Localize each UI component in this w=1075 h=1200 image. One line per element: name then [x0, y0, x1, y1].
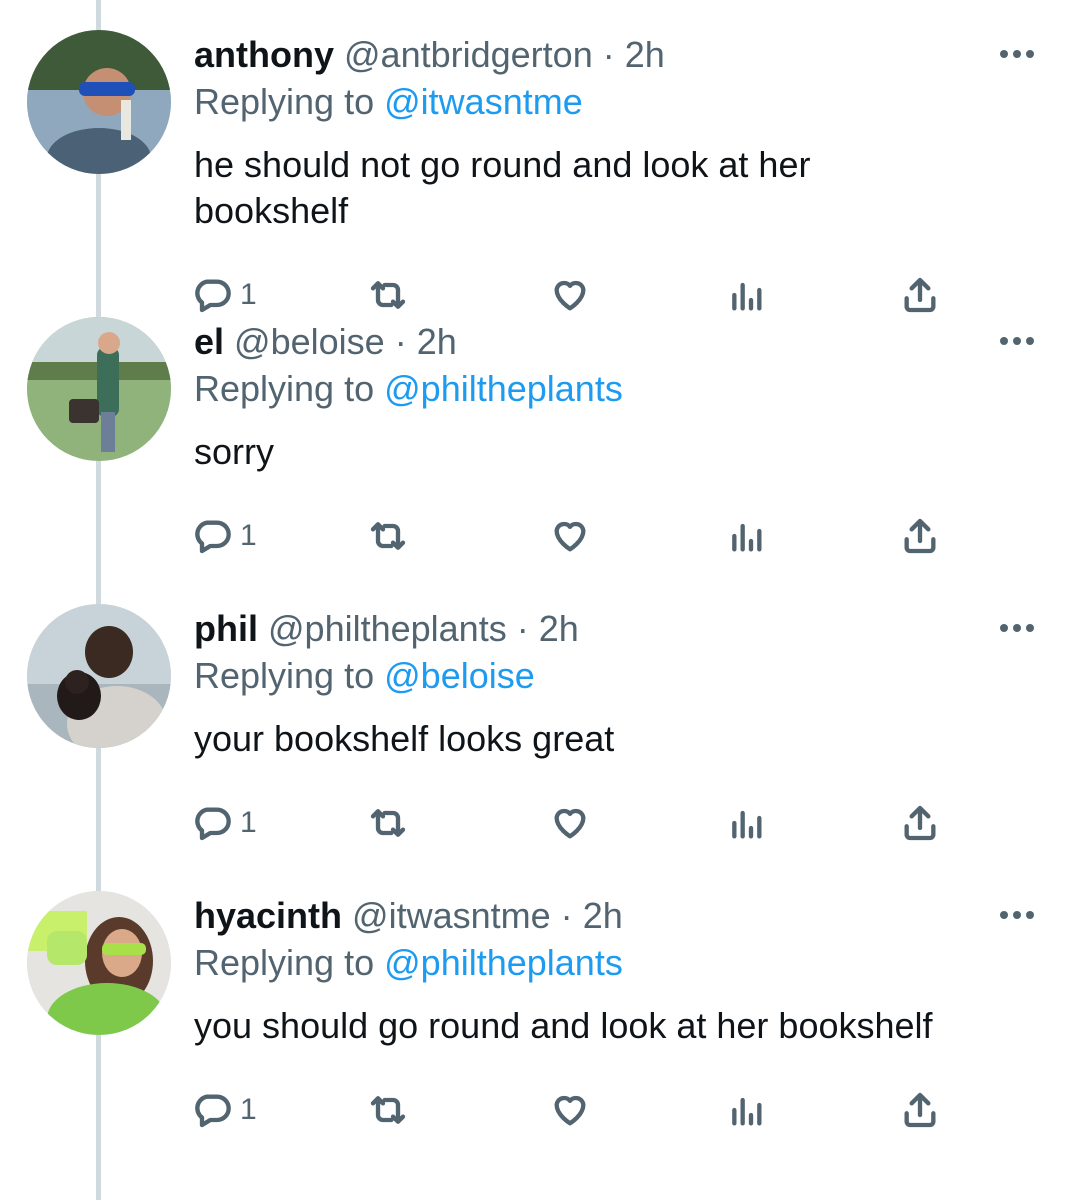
tweet-actions: 1: [0, 798, 1075, 848]
retweet-icon: [370, 809, 406, 837]
tweet-header: phil @philtheplants · 2h: [194, 607, 579, 651]
separator-dot: ·: [560, 895, 573, 936]
retweet-icon: [370, 1096, 406, 1124]
tweet-text: your bookshelf looks great: [194, 718, 615, 759]
separator-dot: ·: [394, 321, 407, 362]
replying-to: Replying to @itwasntme: [194, 80, 583, 124]
display-name[interactable]: phil: [194, 608, 258, 649]
mention-link[interactable]: @philtheplants: [384, 368, 623, 409]
heart-icon: [554, 521, 586, 552]
tweet[interactable]: phil @philtheplants · 2h Replying to @be…: [0, 574, 1075, 861]
user-handle[interactable]: @antbridgerton: [344, 34, 593, 75]
heart-icon: [554, 280, 586, 311]
mention-link[interactable]: @philtheplants: [384, 942, 623, 983]
reply-count: 1: [240, 1093, 257, 1126]
retweet-button[interactable]: [368, 270, 408, 320]
reply-button[interactable]: 1: [192, 511, 257, 561]
share-button[interactable]: [900, 270, 940, 320]
tweet-text: sorry: [194, 431, 274, 472]
retweet-button[interactable]: [368, 511, 408, 561]
reply-count: 1: [240, 278, 257, 311]
reply-icon: [195, 520, 231, 554]
like-button[interactable]: [550, 798, 590, 848]
display-name[interactable]: el: [194, 321, 224, 362]
replying-to-label: Replying to: [194, 368, 375, 409]
timestamp[interactable]: 2h: [539, 608, 579, 649]
heart-icon: [554, 1095, 586, 1126]
share-icon: [904, 1092, 936, 1128]
avatar[interactable]: [27, 604, 171, 748]
display-name[interactable]: hyacinth: [194, 895, 342, 936]
like-button[interactable]: [550, 511, 590, 561]
reply-button[interactable]: 1: [192, 1085, 257, 1135]
like-button[interactable]: [550, 1085, 590, 1135]
replying-to-label: Replying to: [194, 81, 375, 122]
display-name[interactable]: anthony: [194, 34, 334, 75]
share-button[interactable]: [900, 1085, 940, 1135]
tweet-header: hyacinth @itwasntme · 2h: [194, 894, 623, 938]
replying-to: Replying to @beloise: [194, 654, 535, 698]
share-button[interactable]: [900, 798, 940, 848]
replying-to: Replying to @philtheplants: [194, 941, 623, 985]
share-icon: [904, 518, 936, 554]
timestamp[interactable]: 2h: [417, 321, 457, 362]
tweet-header: el @beloise · 2h: [194, 320, 457, 364]
retweet-icon: [370, 281, 406, 309]
retweet-button[interactable]: [368, 798, 408, 848]
timestamp[interactable]: 2h: [625, 34, 665, 75]
replying-to: Replying to @philtheplants: [194, 367, 623, 411]
reply-icon: [195, 807, 231, 841]
retweet-button[interactable]: [368, 1085, 408, 1135]
like-button[interactable]: [550, 270, 590, 320]
views-icon: [732, 1097, 762, 1126]
share-icon: [904, 277, 936, 313]
share-icon: [904, 805, 936, 841]
tweet[interactable]: el @beloise · 2h Replying to @philthepla…: [0, 287, 1075, 574]
timestamp[interactable]: 2h: [583, 895, 623, 936]
reply-count: 1: [240, 519, 257, 552]
views-icon: [732, 282, 762, 311]
user-handle[interactable]: @philtheplants: [268, 608, 507, 649]
mention-link[interactable]: @itwasntme: [384, 81, 583, 122]
views-button[interactable]: [726, 798, 766, 848]
tweet-header: anthony @antbridgerton · 2h: [194, 33, 665, 77]
heart-icon: [554, 808, 586, 839]
reply-icon: [195, 279, 231, 313]
tweet[interactable]: hyacinth @itwasntme · 2h Replying to @ph…: [0, 861, 1075, 1148]
reply-button[interactable]: 1: [192, 270, 257, 320]
avatar[interactable]: [27, 891, 171, 1035]
views-button[interactable]: [726, 1085, 766, 1135]
avatar[interactable]: [27, 30, 171, 174]
views-icon: [732, 810, 762, 839]
more-icon[interactable]: [1000, 331, 1034, 351]
reply-button[interactable]: 1: [192, 798, 257, 848]
reply-icon: [195, 1094, 231, 1128]
share-button[interactable]: [900, 511, 940, 561]
views-button[interactable]: [726, 511, 766, 561]
tweet-actions: 1: [0, 270, 1075, 320]
tweet-text: he should not go round and look at her b…: [194, 144, 811, 231]
more-icon[interactable]: [1000, 905, 1034, 925]
tweet-actions: 1: [0, 1085, 1075, 1135]
retweet-icon: [370, 522, 406, 550]
tweet-actions: 1: [0, 511, 1075, 561]
replying-to-label: Replying to: [194, 942, 375, 983]
more-icon[interactable]: [1000, 618, 1034, 638]
views-icon: [732, 523, 762, 552]
reply-count: 1: [240, 806, 257, 839]
separator-dot: ·: [516, 608, 529, 649]
user-handle[interactable]: @beloise: [234, 321, 385, 362]
tweet[interactable]: anthony @antbridgerton · 2h Replying to …: [0, 0, 1075, 313]
tweet-text: you should go round and look at her book…: [194, 1005, 933, 1046]
separator-dot: ·: [602, 34, 615, 75]
user-handle[interactable]: @itwasntme: [352, 895, 551, 936]
more-icon[interactable]: [1000, 44, 1034, 64]
avatar[interactable]: [27, 317, 171, 461]
mention-link[interactable]: @beloise: [384, 655, 535, 696]
views-button[interactable]: [726, 270, 766, 320]
replying-to-label: Replying to: [194, 655, 375, 696]
